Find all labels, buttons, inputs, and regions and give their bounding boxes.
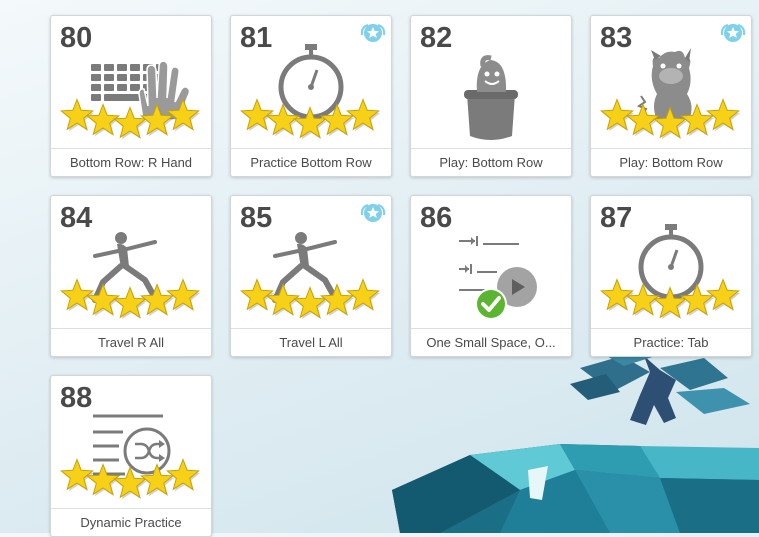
lesson-title: Bottom Row: R Hand: [51, 148, 211, 176]
island-rock: [392, 444, 759, 533]
lesson-title: Travel R All: [51, 328, 211, 356]
lesson-card-82[interactable]: 82 Play: Bottom Row: [410, 15, 572, 177]
lesson-card-85[interactable]: 85 Travel L All: [230, 195, 392, 357]
lesson-title: Play: Bottom Row: [591, 148, 751, 176]
lesson-card-80[interactable]: 80 Bottom Row: R Hand: [50, 15, 212, 177]
lesson-card-83[interactable]: 83 Play: Bottom Row: [590, 15, 752, 177]
lesson-title: One Small Space, O...: [411, 328, 571, 356]
lesson-card-84[interactable]: 84 Travel R All: [50, 195, 212, 357]
lesson-title: Dynamic Practice: [51, 508, 211, 536]
lesson-title: Play: Bottom Row: [411, 148, 571, 176]
lesson-card-87[interactable]: 87 Practice: Tab: [590, 195, 752, 357]
lesson-title: Travel L All: [231, 328, 391, 356]
checkmark-icon: [481, 296, 501, 312]
lesson-card-81[interactable]: 81 Practice Bottom Row: [230, 15, 392, 177]
game-creature-icon: [464, 55, 518, 140]
lesson-title: Practice: Tab: [591, 328, 751, 356]
lesson-card-88[interactable]: 88 Dynamic Practice: [50, 375, 212, 537]
lesson-title: Practice Bottom Row: [231, 148, 391, 176]
lesson-card-86[interactable]: 86 One Small Space, O...: [410, 195, 572, 357]
